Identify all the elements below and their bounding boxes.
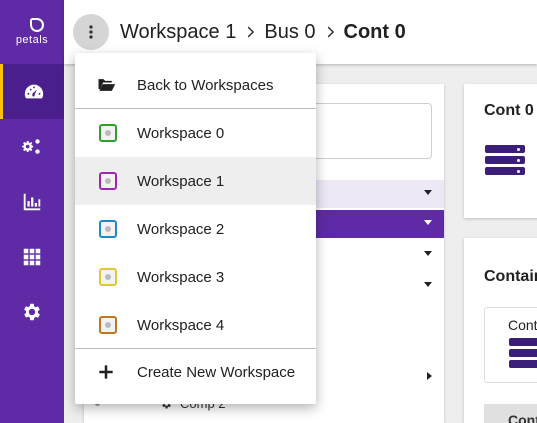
logo-mark [30, 18, 44, 32]
breadcrumb-workspace[interactable]: Workspace 1 [120, 21, 236, 44]
workspace-item-label: Workspace 4 [137, 316, 225, 334]
arrow-down-icon[interactable] [424, 220, 432, 225]
create-workspace-item[interactable]: Create New Workspace [75, 348, 316, 396]
workspace-item-2[interactable]: Workspace 2 [75, 205, 316, 253]
container-item-label: Cont [508, 317, 537, 333]
arrow-down-icon[interactable] [424, 251, 432, 256]
gears-icon [22, 138, 40, 154]
workspace-item-label: Workspace 1 [137, 172, 225, 190]
workspace-icon [99, 220, 117, 238]
breadcrumb-container: Cont 0 [343, 20, 406, 43]
arrow-right-icon[interactable] [427, 372, 432, 380]
workspace-item-0[interactable]: Workspace 0 [75, 109, 316, 157]
arrow-down-icon[interactable] [424, 190, 432, 195]
workspace-item-label: Workspace 0 [137, 124, 225, 142]
workspace-item-1[interactable]: Workspace 1 [75, 157, 316, 205]
petals-logo[interactable]: petals [0, 0, 64, 64]
workspace-item-3[interactable]: Workspace 3 [75, 253, 316, 301]
arrow-down-icon[interactable] [424, 282, 432, 287]
dashboard-icon [24, 84, 43, 98]
workspace-icon [99, 316, 117, 334]
workspace-icon [99, 172, 117, 190]
breadcrumb-bus[interactable]: Bus 0 [264, 21, 315, 44]
create-workspace-label: Create New Workspace [137, 363, 296, 381]
sidebar-item-monitoring[interactable] [0, 174, 64, 229]
workspace-icon [99, 124, 117, 142]
workspace-icon [99, 268, 117, 286]
workspace-item-label: Workspace 2 [137, 220, 225, 238]
container-tab[interactable]: Cont [484, 404, 537, 423]
workspace-menu: Back to Workspaces Workspace 0 Workspace… [75, 53, 316, 404]
server-icon [509, 338, 537, 371]
gear-icon [24, 303, 40, 320]
workspace-menu-button[interactable] [73, 14, 109, 50]
sidebar-item-apps[interactable] [0, 229, 64, 284]
sidebar: petals [0, 0, 64, 423]
breadcrumb: Workspace 1 Bus 0 Cont 0 [120, 21, 406, 44]
bar-chart-icon [23, 193, 41, 210]
chevron-right-icon [322, 22, 338, 43]
back-to-workspaces-label: Back to Workspaces [137, 76, 274, 94]
workspace-item-label: Workspace 3 [137, 268, 225, 286]
containers-card-title: Contain [484, 268, 537, 285]
folder-open-icon [98, 79, 116, 91]
sidebar-item-admin[interactable] [0, 119, 64, 174]
chevron-right-icon [242, 22, 258, 43]
sidebar-item-settings[interactable] [0, 284, 64, 339]
logo-text: petals [15, 34, 49, 46]
container-card-title: Cont 0 [484, 102, 534, 119]
more-vert-icon [89, 25, 93, 39]
server-icon [485, 145, 525, 178]
grid-icon [23, 248, 41, 265]
sidebar-item-dashboard[interactable] [0, 64, 64, 119]
workspace-item-4[interactable]: Workspace 4 [75, 301, 316, 349]
plus-icon [99, 365, 113, 379]
back-to-workspaces-item[interactable]: Back to Workspaces [75, 61, 316, 109]
